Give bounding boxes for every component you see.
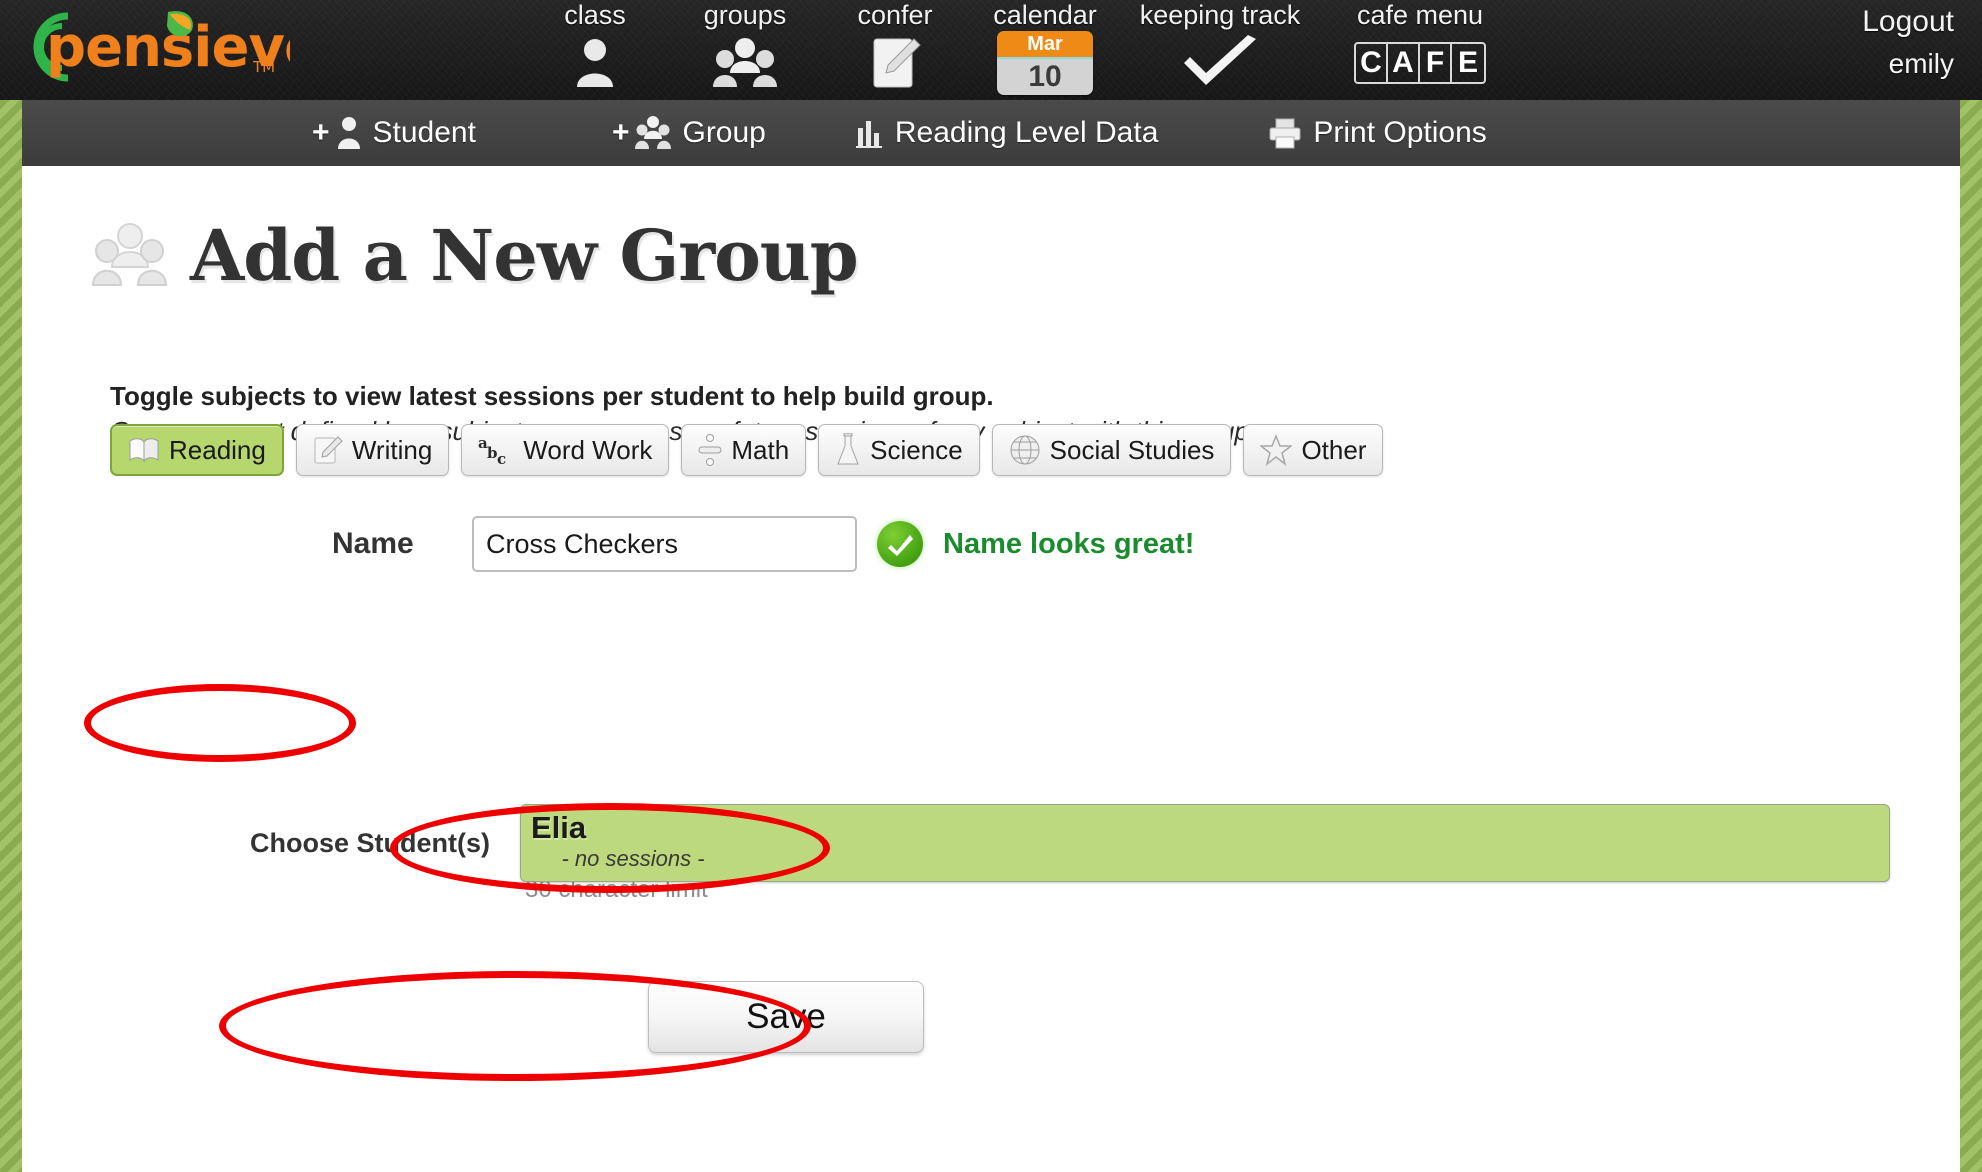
subject-toggle-math[interactable]: Math — [681, 424, 807, 476]
pensieve-logo[interactable]: pensieve TM — [10, 4, 290, 94]
subject-label-social-studies: Social Studies — [1049, 434, 1215, 465]
page-edge-stripe-right — [1960, 100, 1982, 1172]
green-check-icon — [877, 521, 923, 567]
cafe-letter-c: C — [1356, 44, 1388, 82]
student-list-bar: Elia - no sessions - — [520, 804, 1890, 882]
checkmark-icon — [1120, 32, 1320, 94]
calendar-month: Mar — [997, 31, 1093, 59]
bar-chart-icon — [855, 118, 884, 148]
subject-toggle-word-work[interactable]: a b c Word Work — [461, 424, 670, 476]
nav-label-keeping-track: keeping track — [1139, 0, 1301, 30]
nav-item-class[interactable]: class — [520, 0, 670, 100]
subject-toggle-other[interactable]: Other — [1243, 424, 1384, 476]
name-validation-message: Name looks great! — [943, 527, 1195, 560]
subject-toggle-writing[interactable]: Writing — [295, 424, 450, 476]
nav-item-cafe-menu[interactable]: cafe menu C A F E — [1320, 0, 1520, 100]
star-icon — [1260, 434, 1293, 466]
cafe-letter-a: A — [1388, 44, 1420, 82]
calendar-icon: Mar 10 — [970, 31, 1120, 95]
top-header-bar: pensieve TM class groups — [0, 0, 1982, 100]
add-student-label: Student — [372, 116, 476, 149]
print-options-label: Print Options — [1313, 116, 1487, 149]
main-content: Add a New Group Toggle subjects to view … — [22, 166, 1960, 1172]
page-title-text: Add a New Group — [190, 214, 859, 297]
plus-sign-group: + — [611, 116, 630, 149]
svg-text:c: c — [497, 450, 506, 466]
nav-item-calendar[interactable]: calendar Mar 10 — [970, 0, 1120, 100]
instruction-bold: Toggle subjects to view latest sessions … — [110, 381, 994, 411]
save-button[interactable]: Save — [648, 981, 924, 1053]
cafe-icon: C A F E — [1320, 32, 1520, 94]
subject-label-reading: Reading — [169, 434, 266, 465]
nav-item-confer[interactable]: confer — [820, 0, 970, 100]
add-person-icon — [336, 116, 362, 150]
subject-label-writing: Writing — [351, 434, 433, 465]
nav-label-class: class — [564, 0, 626, 30]
subject-label-word-work: Word Work — [523, 434, 653, 465]
main-navigation: class groups confer calendar Mar 10 keep… — [520, 0, 1520, 100]
group-name-label: Name — [332, 527, 414, 560]
group-name-row: Name Name looks great! — [332, 516, 1194, 572]
flask-icon — [835, 433, 861, 467]
add-people-icon — [635, 116, 672, 150]
svg-text:b: b — [487, 444, 498, 462]
student-name: Elia — [531, 810, 587, 845]
note-pencil-icon — [820, 32, 970, 94]
reading-level-data-label: Reading Level Data — [894, 116, 1159, 149]
globe-icon — [1009, 434, 1041, 466]
person-icon — [520, 32, 670, 94]
account-area: Logout emily — [1862, 0, 1954, 84]
choose-students-label: Choose Student(s) — [250, 827, 490, 858]
book-icon — [128, 437, 160, 463]
printer-icon — [1268, 117, 1302, 149]
annotation-ellipse-reading — [84, 684, 356, 762]
add-group-label: Group — [682, 116, 766, 149]
logout-link[interactable]: Logout — [1862, 0, 1954, 44]
subject-label-other: Other — [1301, 434, 1367, 465]
print-options-button[interactable]: Print Options — [1268, 116, 1487, 150]
subject-toggles: Reading Writing a b c Word Work Math Sci… — [110, 424, 1384, 476]
people-icon — [670, 32, 820, 94]
subject-label-math: Math — [731, 434, 790, 465]
nav-item-groups[interactable]: groups — [670, 0, 820, 100]
student-sessions: - no sessions - — [561, 846, 705, 871]
secondary-toolbar: + Student + Group Reading Level Data Pri… — [22, 100, 1960, 166]
page-edge-stripe-left — [0, 100, 22, 1172]
nav-item-keeping-track[interactable]: keeping track — [1120, 0, 1320, 100]
student-card-elia[interactable]: Elia - no sessions - — [521, 805, 749, 883]
group-icon — [92, 222, 168, 289]
plus-sign-student: + — [312, 116, 330, 149]
reading-level-data-button[interactable]: Reading Level Data — [855, 116, 1159, 150]
cafe-letter-f: F — [1420, 44, 1452, 82]
choose-students-row: Choose Student(s) Elia - no sessions - — [250, 804, 1890, 882]
cafe-letter-e: E — [1457, 46, 1478, 79]
subject-toggle-social-studies[interactable]: Social Studies — [991, 424, 1232, 476]
nav-label-groups: groups — [703, 0, 787, 30]
svg-text:TM: TM — [252, 58, 275, 76]
calendar-day: 10 — [997, 59, 1093, 95]
abc-icon: a b c — [478, 434, 514, 466]
nav-label-calendar: calendar — [993, 0, 1097, 30]
page-title: Add a New Group — [92, 214, 859, 297]
username-label: emily — [1888, 48, 1954, 79]
subject-label-science: Science — [870, 434, 963, 465]
nav-label-cafe-menu: cafe menu — [1356, 0, 1484, 30]
group-name-input[interactable] — [472, 516, 857, 572]
divide-icon — [698, 433, 722, 467]
subject-toggle-science[interactable]: Science — [818, 424, 980, 476]
subject-toggle-reading[interactable]: Reading — [110, 424, 284, 476]
pencil-pad-icon — [313, 435, 343, 465]
add-group-button[interactable]: + Group — [612, 116, 766, 150]
nav-label-confer: confer — [857, 0, 933, 30]
add-student-button[interactable]: + Student — [312, 116, 476, 150]
